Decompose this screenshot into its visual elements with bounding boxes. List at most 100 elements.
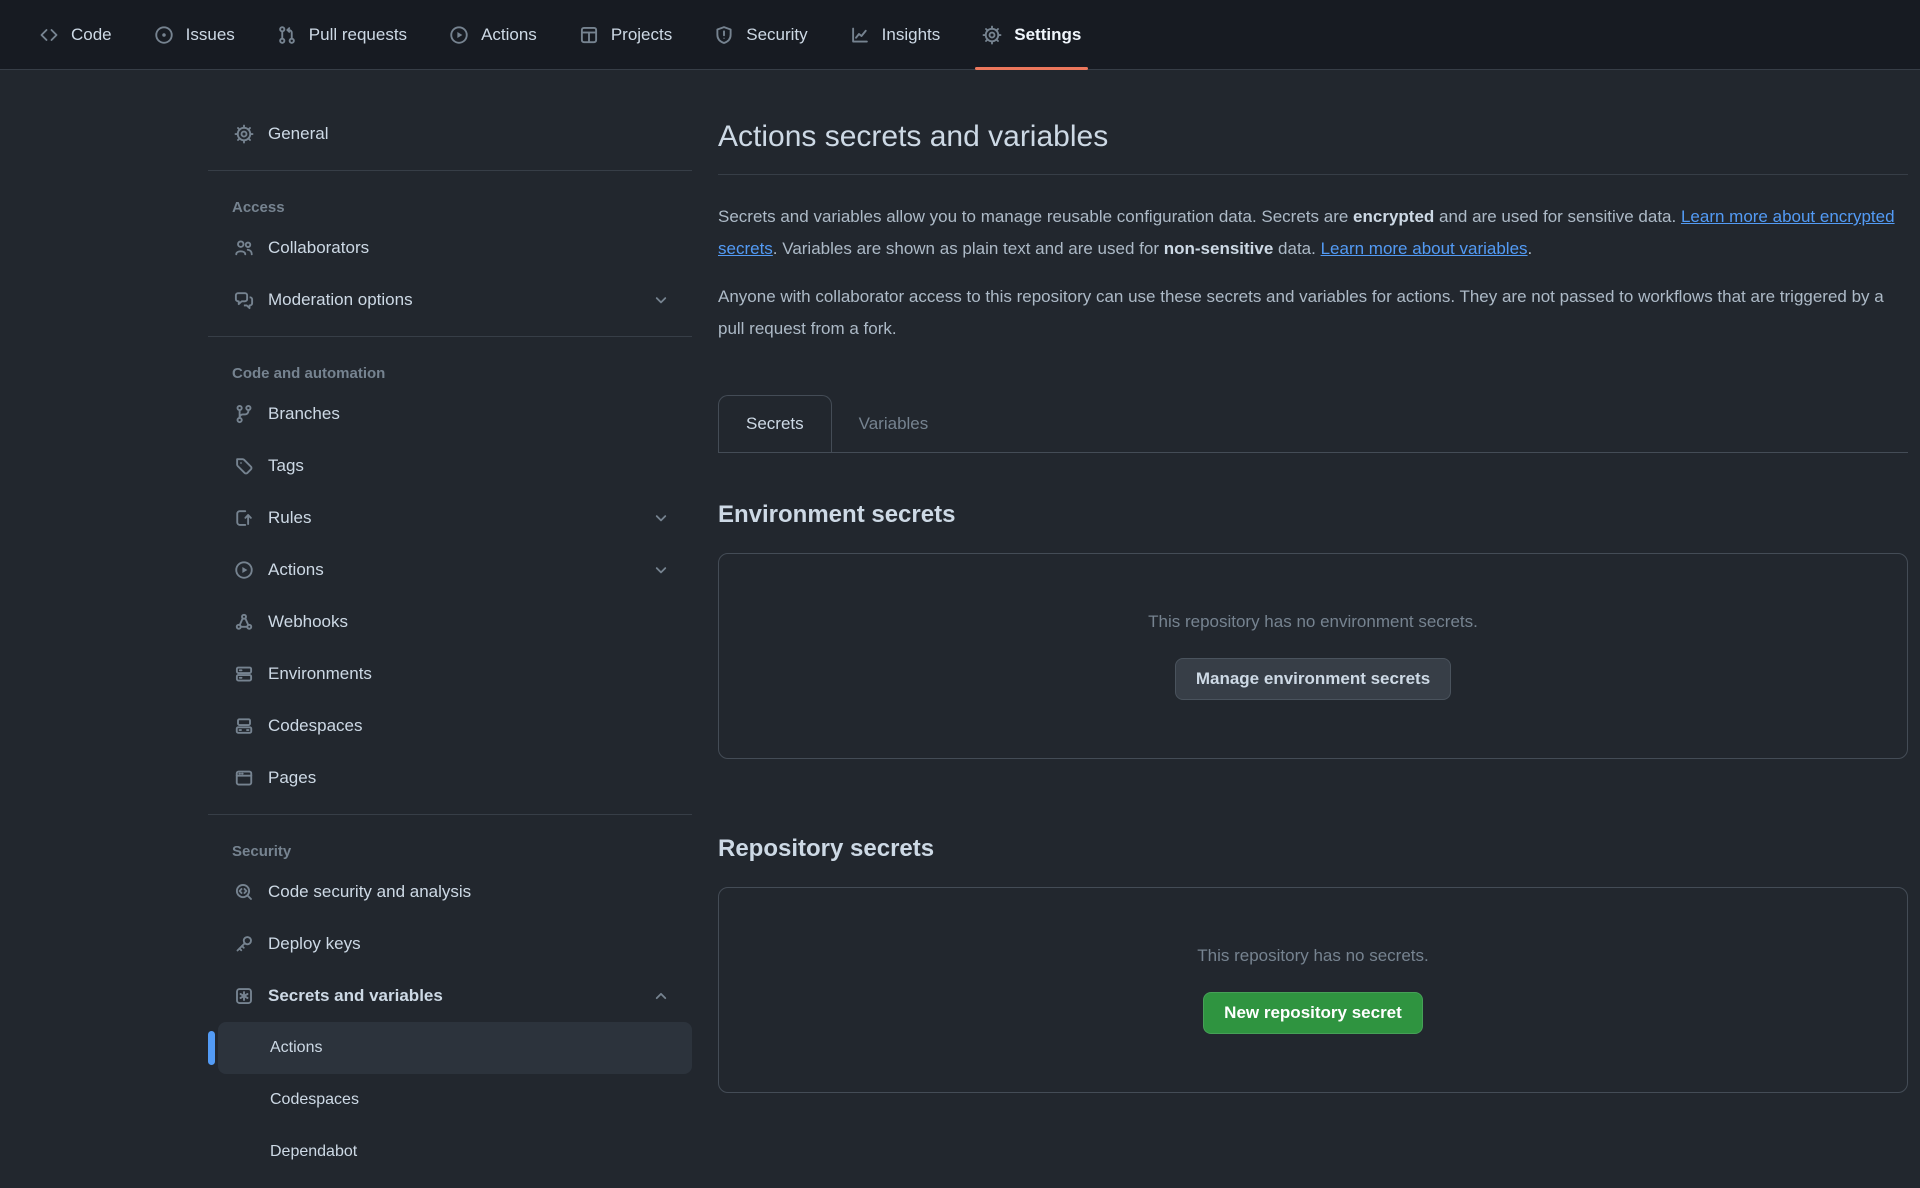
intro-paragraph-2: Anyone with collaborator access to this … (718, 281, 1908, 345)
secrets-variables-tabnav: Secrets Variables (718, 395, 1908, 453)
webhook-icon (234, 612, 254, 632)
sidebar-divider (208, 336, 692, 337)
sidebar-item-label: Collaborators (268, 238, 369, 258)
page-header: Actions secrets and variables (718, 108, 1908, 175)
nav-tab-insights[interactable]: Insights (829, 0, 962, 69)
nav-tab-label: Insights (882, 25, 941, 45)
server-icon (234, 664, 254, 684)
sidebar-item-label: Environments (268, 664, 372, 684)
settings-layout: General Access Collaborators Moderation … (0, 70, 1920, 1178)
people-icon (234, 238, 254, 258)
repository-secrets-empty-text: This repository has no secrets. (1197, 946, 1428, 966)
intro-paragraph-1: Secrets and variables allow you to manag… (718, 201, 1908, 265)
active-tab-underline (975, 67, 1088, 70)
project-icon (579, 25, 599, 45)
repository-secrets-box: This repository has no secrets. New repo… (718, 887, 1908, 1093)
comment-discussion-icon (234, 290, 254, 310)
sidebar-item-rules[interactable]: Rules (208, 492, 692, 544)
graph-icon (850, 25, 870, 45)
browser-icon (234, 768, 254, 788)
nav-tab-projects[interactable]: Projects (558, 0, 693, 69)
sidebar-item-general[interactable]: General (208, 108, 692, 160)
sidebar-item-moderation-options[interactable]: Moderation options (208, 274, 692, 326)
environment-secrets-empty-text: This repository has no environment secre… (1148, 612, 1478, 632)
sidebar-subitem-codespaces[interactable]: Codespaces (218, 1074, 692, 1126)
chevron-down-icon (652, 291, 670, 309)
codespaces-icon (234, 716, 254, 736)
sidebar-subitem-label: Actions (270, 1039, 322, 1057)
play-icon (449, 25, 469, 45)
chevron-down-icon (652, 561, 670, 579)
sidebar-item-label: Secrets and variables (268, 986, 443, 1006)
intro-text: Secrets and variables allow you to manag… (718, 201, 1908, 345)
learn-more-variables-link[interactable]: Learn more about variables (1321, 239, 1528, 258)
repository-secrets-heading: Repository secrets (718, 835, 1908, 863)
settings-sidebar: General Access Collaborators Moderation … (208, 108, 692, 1178)
repo-tab-bar: Code Issues Pull requests Actions Projec… (0, 0, 1920, 70)
sidebar-item-tags[interactable]: Tags (208, 440, 692, 492)
new-repository-secret-button[interactable]: New repository secret (1203, 992, 1423, 1034)
rules-icon (234, 508, 254, 528)
asterisk-box-icon (234, 986, 254, 1006)
sidebar-item-deploy-keys[interactable]: Deploy keys (208, 918, 692, 970)
chevron-down-icon (652, 509, 670, 527)
nav-tab-pull-requests[interactable]: Pull requests (256, 0, 428, 69)
sidebar-item-codespaces[interactable]: Codespaces (208, 700, 692, 752)
sidebar-item-label: Tags (268, 456, 304, 476)
sidebar-item-label: Actions (268, 560, 324, 580)
intro-text-segment: . Variables are shown as plain text and … (773, 239, 1164, 258)
shield-icon (714, 25, 734, 45)
nav-tab-label: Code (71, 25, 112, 45)
tab-variables[interactable]: Variables (832, 395, 956, 452)
intro-text-segment: . (1528, 239, 1533, 258)
nav-tab-issues[interactable]: Issues (133, 0, 256, 69)
nav-tab-security[interactable]: Security (693, 0, 828, 69)
manage-environment-secrets-button[interactable]: Manage environment secrets (1175, 658, 1451, 700)
environment-secrets-box: This repository has no environment secre… (718, 553, 1908, 759)
sidebar-item-label: Pages (268, 768, 316, 788)
sidebar-item-label: Moderation options (268, 290, 413, 310)
nav-tab-actions[interactable]: Actions (428, 0, 558, 69)
settings-main: Actions secrets and variables Secrets an… (718, 108, 1908, 1093)
sidebar-item-code-security[interactable]: Code security and analysis (208, 866, 692, 918)
sidebar-item-label: Webhooks (268, 612, 348, 632)
sidebar-divider (208, 170, 692, 171)
sidebar-item-secrets-and-variables[interactable]: Secrets and variables (208, 970, 692, 1022)
intro-text-segment: Secrets and variables allow you to manag… (718, 207, 1353, 226)
nav-tab-label: Projects (611, 25, 672, 45)
sidebar-item-branches[interactable]: Branches (208, 388, 692, 440)
sidebar-item-webhooks[interactable]: Webhooks (208, 596, 692, 648)
nav-tab-code[interactable]: Code (18, 0, 133, 69)
nav-tab-label: Security (746, 25, 807, 45)
nav-tab-label: Issues (186, 25, 235, 45)
sidebar-item-label: Branches (268, 404, 340, 424)
sidebar-divider (208, 814, 692, 815)
sidebar-item-environments[interactable]: Environments (208, 648, 692, 700)
sidebar-item-label: Code security and analysis (268, 882, 471, 902)
sidebar-item-actions[interactable]: Actions (208, 544, 692, 596)
sidebar-section-code-and-automation: Code and automation (208, 347, 692, 388)
sidebar-subitem-label: Dependabot (270, 1143, 357, 1161)
sidebar-item-pages[interactable]: Pages (208, 752, 692, 804)
sidebar-subitem-dependabot[interactable]: Dependabot (218, 1126, 692, 1178)
sidebar-subitem-actions[interactable]: Actions (218, 1022, 692, 1074)
sidebar-subitem-label: Codespaces (270, 1091, 359, 1109)
nav-tab-label: Settings (1014, 25, 1081, 45)
nav-tab-settings[interactable]: Settings (961, 0, 1102, 69)
sidebar-item-label: General (268, 124, 328, 144)
issue-icon (154, 25, 174, 45)
sidebar-item-label: Rules (268, 508, 311, 528)
intro-text-segment: and are used for sensitive data. (1434, 207, 1681, 226)
tag-icon (234, 456, 254, 476)
code-scan-icon (234, 882, 254, 902)
intro-bold-encrypted: encrypted (1353, 207, 1434, 226)
intro-bold-non-sensitive: non-sensitive (1164, 239, 1274, 258)
gear-icon (234, 124, 254, 144)
pull-request-icon (277, 25, 297, 45)
gear-icon (982, 25, 1002, 45)
sidebar-item-label: Codespaces (268, 716, 363, 736)
git-branch-icon (234, 404, 254, 424)
tab-secrets[interactable]: Secrets (718, 395, 832, 452)
sidebar-section-security: Security (208, 825, 692, 866)
sidebar-item-collaborators[interactable]: Collaborators (208, 222, 692, 274)
